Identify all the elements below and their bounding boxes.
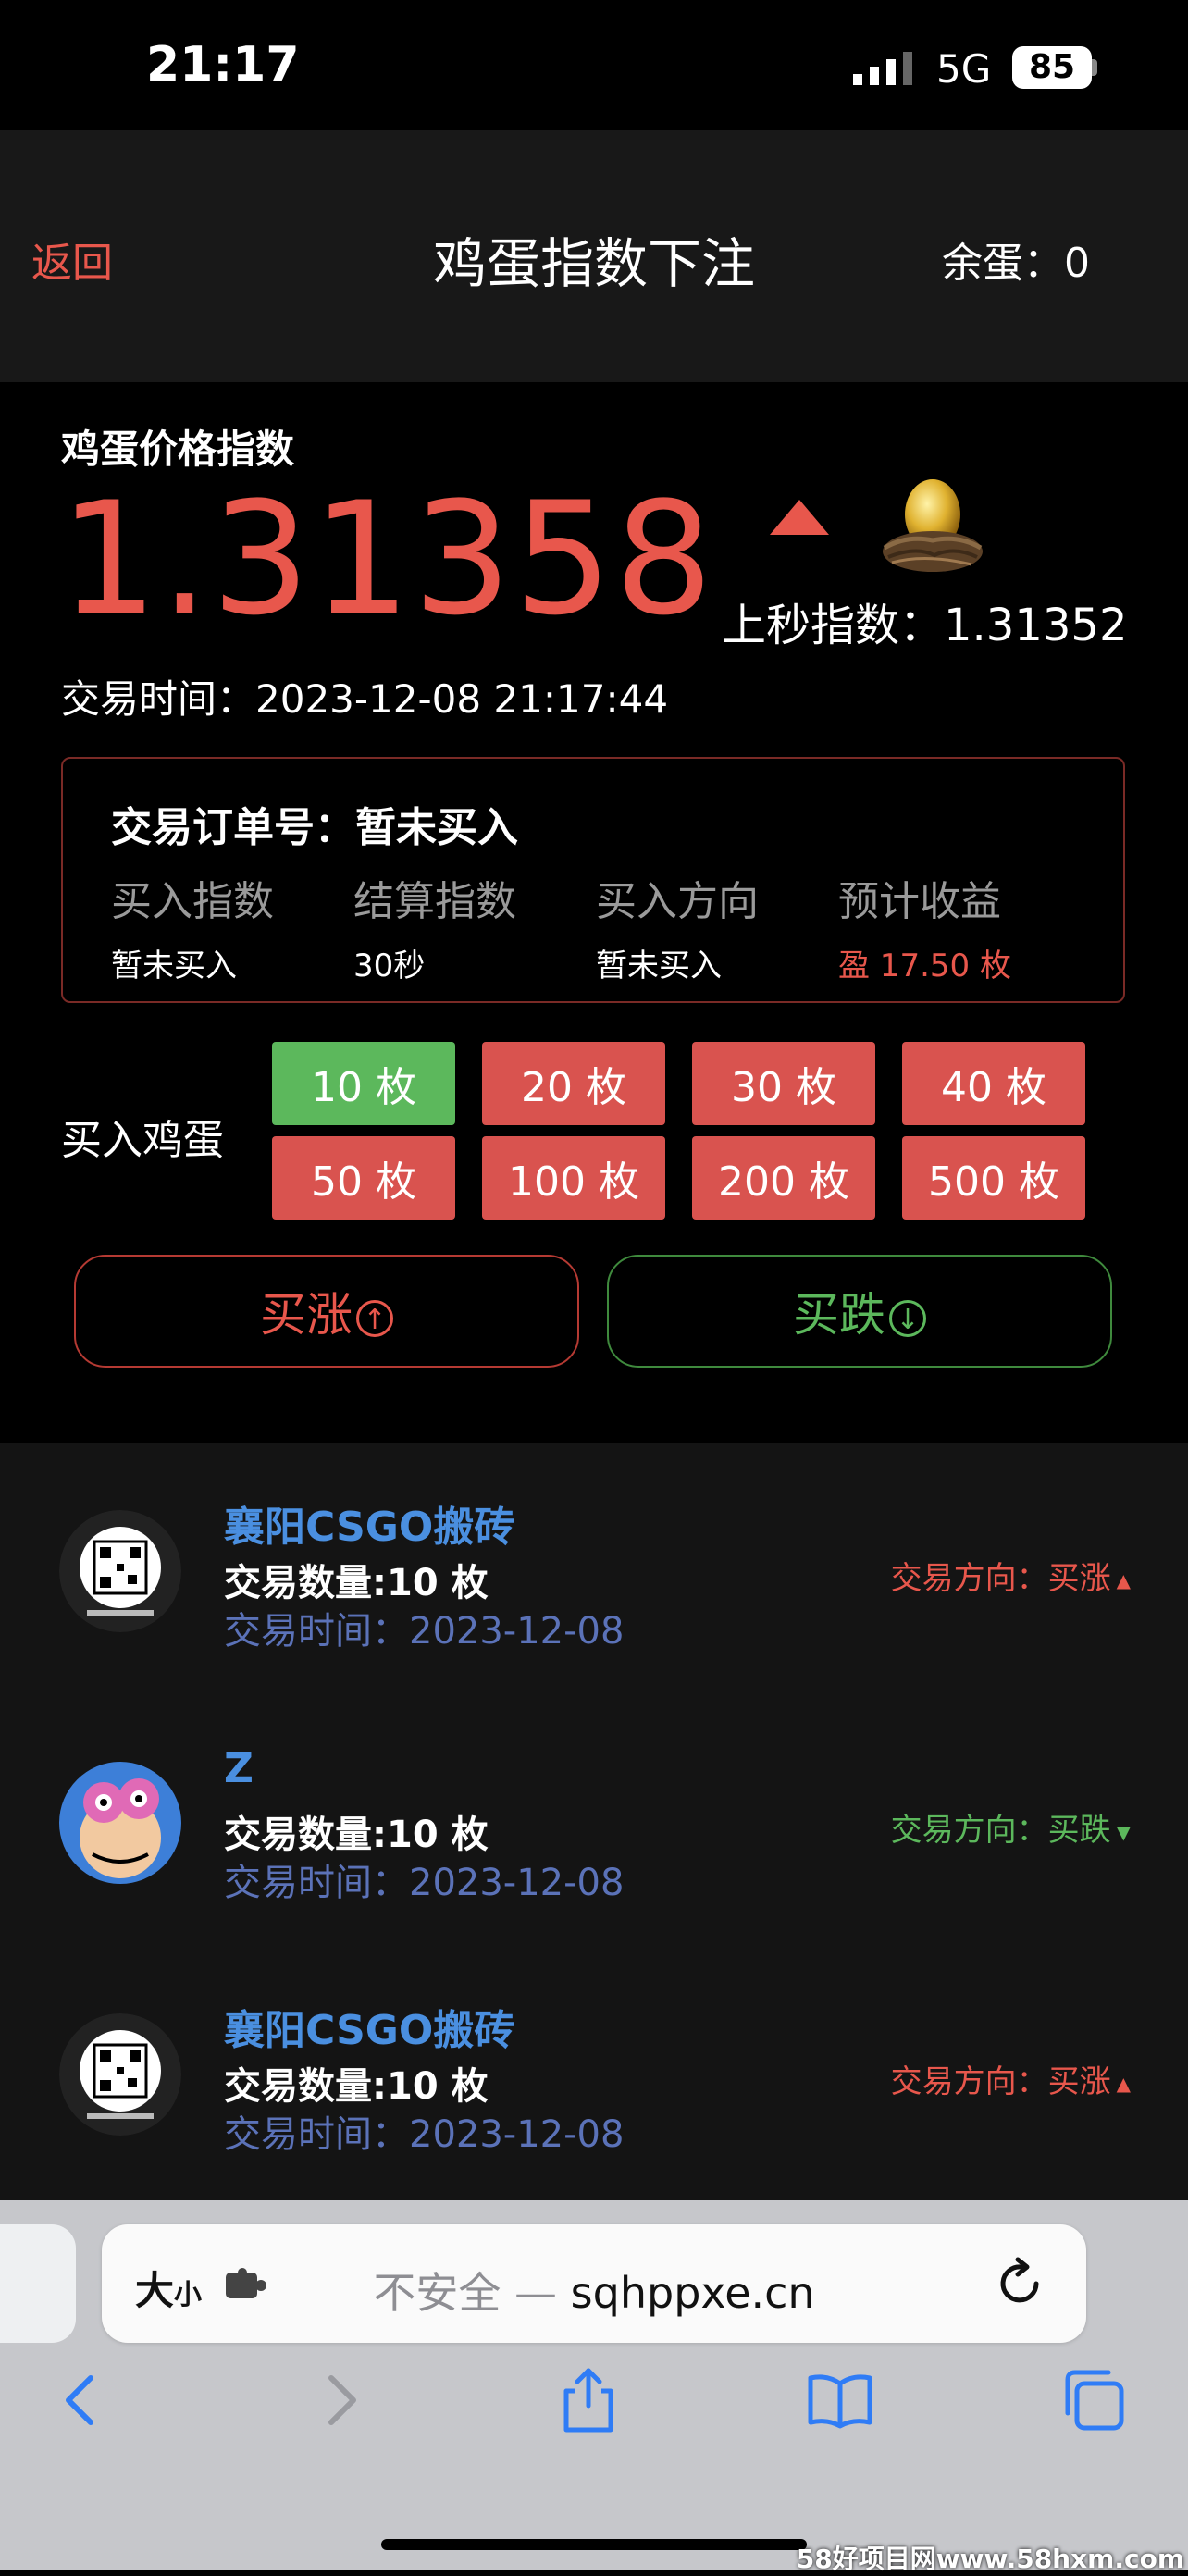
trade-quantity: 交易数量:10 枚 — [224, 2065, 489, 2108]
previous-tab-preview[interactable] — [0, 2224, 76, 2343]
url-insecure-label: 不安全 — — [373, 2268, 571, 2318]
qty-100-button[interactable]: 100 枚 — [482, 1136, 665, 1220]
buy-eggs-label: 买入鸡蛋 — [61, 1117, 224, 1164]
trade-time: 交易时间：2023-12-08 21:17:44 — [61, 676, 669, 722]
list-item[interactable]: 襄阳CSGO搬砖 交易数量:10 枚 交易时间：2023-12-08 交易方向：… — [0, 1947, 1188, 2178]
back-link[interactable]: 返回 — [31, 229, 113, 289]
order-col-header: 买入方向 — [596, 878, 759, 925]
buy-down-button[interactable]: 买跌 ↓ — [607, 1255, 1112, 1368]
watermark: 58好项目网www.58hxm.com — [796, 2544, 1184, 2574]
order-card: 交易订单号：暂未买入 买入指数 暂未买入 结算指数 30秒 买入方向 暂未买入 … — [61, 757, 1125, 1003]
egg-balance: 余蛋：0 — [942, 240, 1090, 287]
home-indicator — [381, 2539, 807, 2550]
trade-quantity: 交易数量:10 枚 — [224, 1562, 489, 1604]
tabs-icon[interactable] — [1058, 2365, 1129, 2435]
battery-icon: 85 — [1012, 46, 1092, 89]
trade-time: 交易时间：2023-12-08 — [224, 1862, 625, 1904]
status-bar: 21:17 5G 85 — [0, 0, 1188, 130]
trade-direction-text: 交易方向：买跌 — [890, 1812, 1111, 1849]
trade-direction-text: 交易方向：买涨 — [890, 2063, 1111, 2100]
caret-up-icon: ▲ — [1116, 1568, 1131, 1591]
buy-up-label: 买涨 — [260, 1288, 353, 1342]
forward-icon[interactable] — [305, 2365, 376, 2435]
share-icon[interactable] — [553, 2365, 624, 2435]
order-col-direction: 买入方向 暂未买入 — [596, 868, 836, 985]
url-text: 不安全 — sqhppxe.cn — [102, 2260, 1086, 2321]
battery-tip — [1092, 59, 1097, 76]
list-item[interactable]: 襄阳CSGO搬砖 交易数量:10 枚 交易时间：2023-12-08 交易方向：… — [0, 1443, 1188, 1675]
network-type: 5G — [936, 46, 992, 92]
trade-direction: 交易方向：买涨 ▲ — [891, 2056, 1131, 2101]
trade-quantity: 交易数量:10 枚 — [224, 1814, 489, 1856]
qty-40-button[interactable]: 40 枚 — [902, 1042, 1085, 1125]
trade-list: 襄阳CSGO搬砖 交易数量:10 枚 交易时间：2023-12-08 交易方向：… — [0, 1443, 1188, 2200]
nav-bar: 鸡蛋指数下注 返回 余蛋：0 — [0, 130, 1188, 382]
buy-down-label: 买跌 — [793, 1288, 885, 1342]
order-col-header: 买入指数 — [111, 878, 274, 925]
trade-direction: 交易方向：买跌 ▼ — [891, 1804, 1131, 1850]
qty-200-button[interactable]: 200 枚 — [692, 1136, 875, 1220]
caret-up-icon: ▲ — [1116, 2072, 1131, 2095]
qty-20-button[interactable]: 20 枚 — [482, 1042, 665, 1125]
qty-500-button[interactable]: 500 枚 — [902, 1136, 1085, 1220]
trade-username[interactable]: 襄阳CSGO搬砖 — [224, 1493, 514, 1553]
browser-toolbar: 大小 不安全 — sqhppxe.cn — [0, 2200, 1188, 2570]
order-col-value: 暂未买入 — [111, 947, 237, 985]
order-col-header: 预计收益 — [838, 878, 1001, 925]
bookmarks-icon[interactable] — [805, 2365, 875, 2435]
qty-10-button[interactable]: 10 枚 — [272, 1042, 455, 1125]
order-number: 交易订单号：暂未买入 — [111, 804, 518, 851]
order-col-settle-index: 结算指数 30秒 — [353, 868, 594, 985]
url-domain: sqhppxe.cn — [570, 2268, 815, 2318]
arrow-up-circle-icon: ↑ — [356, 1299, 393, 1337]
trade-time: 交易时间：2023-12-08 — [224, 1610, 625, 1653]
index-label: 鸡蛋价格指数 — [61, 427, 295, 472]
status-time: 21:17 — [146, 37, 300, 93]
trade-direction-text: 交易方向：买涨 — [890, 1560, 1111, 1597]
order-col-expected-profit: 预计收益 盈 17.50 枚 — [838, 868, 1079, 985]
golden-egg-nest-icon — [883, 479, 983, 572]
trade-time: 交易时间：2023-12-08 — [224, 2113, 625, 2156]
cellular-signal-icon — [853, 52, 912, 85]
qty-30-button[interactable]: 30 枚 — [692, 1042, 875, 1125]
arrow-down-circle-icon: ↓ — [889, 1299, 926, 1337]
back-icon[interactable] — [46, 2365, 117, 2435]
order-col-header: 结算指数 — [353, 878, 516, 925]
order-col-buy-index: 买入指数 暂未买入 — [111, 868, 352, 985]
order-col-value: 盈 17.50 枚 — [838, 947, 1011, 985]
trade-username[interactable]: Z — [224, 1745, 254, 1792]
qty-50-button[interactable]: 50 枚 — [272, 1136, 455, 1220]
avatar — [59, 2013, 181, 2136]
list-item[interactable]: Z 交易数量:10 枚 交易时间：2023-12-08 交易方向：买跌 ▼ — [0, 1695, 1188, 1926]
buy-up-button[interactable]: 买涨 ↑ — [74, 1255, 579, 1368]
index-value: 1.31358 — [59, 468, 715, 650]
trend-up-icon — [770, 500, 829, 535]
order-col-value: 30秒 — [353, 947, 426, 985]
previous-second-index: 上秒指数：1.31352 — [722, 600, 1128, 651]
reload-icon[interactable] — [996, 2256, 1047, 2311]
avatar — [59, 1762, 181, 1884]
caret-down-icon: ▼ — [1116, 1820, 1131, 1843]
avatar — [59, 1510, 181, 1632]
address-bar[interactable]: 大小 不安全 — sqhppxe.cn — [102, 2224, 1086, 2343]
trade-username[interactable]: 襄阳CSGO搬砖 — [224, 1997, 514, 2056]
trade-direction: 交易方向：买涨 ▲ — [891, 1553, 1131, 1598]
order-col-value: 暂未买入 — [596, 947, 722, 985]
